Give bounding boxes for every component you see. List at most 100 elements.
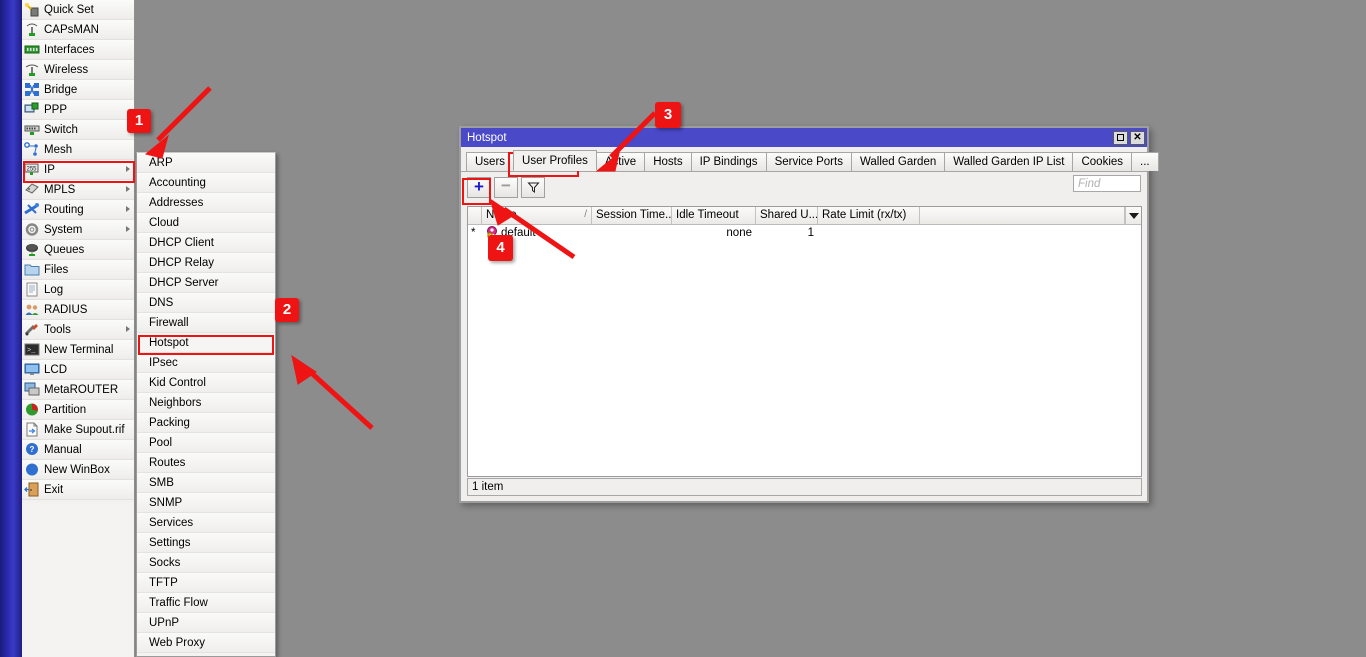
ip-submenu-item-pool[interactable]: Pool xyxy=(137,433,275,453)
chevron-down-icon xyxy=(1128,212,1139,219)
sidebar-item-lcd[interactable]: LCD xyxy=(22,360,134,380)
ip-submenu-item-accounting[interactable]: Accounting xyxy=(137,173,275,193)
sidebar-item-label: MetaROUTER xyxy=(44,383,119,396)
ip-submenu-item-smb[interactable]: SMB xyxy=(137,473,275,493)
ip-submenu-item-dns[interactable]: DNS xyxy=(137,293,275,313)
sidebar-item-exit[interactable]: Exit xyxy=(22,480,134,500)
sidebar-item-mpls[interactable]: MPLS xyxy=(22,180,134,200)
sidebar-item-partition[interactable]: Partition xyxy=(22,400,134,420)
sidebar-item-label: Wireless xyxy=(44,63,89,76)
column-chooser-button[interactable] xyxy=(1125,207,1141,224)
ip-submenu-item-settings[interactable]: Settings xyxy=(137,533,275,553)
sidebar-item-routing[interactable]: Routing xyxy=(22,200,134,220)
queues-icon xyxy=(24,242,41,258)
tab-cookies[interactable]: Cookies xyxy=(1072,152,1133,171)
ip-submenu-item-dhcp-server[interactable]: DHCP Server xyxy=(137,273,275,293)
table-header-rate-limit-rx-tx[interactable]: Rate Limit (rx/tx) xyxy=(818,207,920,224)
ip-submenu-item-dhcp-relay[interactable]: DHCP Relay xyxy=(137,253,275,273)
maximize-icon[interactable] xyxy=(1113,130,1128,145)
sidebar-item-files[interactable]: Files xyxy=(22,260,134,280)
close-icon[interactable]: ✕ xyxy=(1130,130,1145,145)
sidebar-item-manual[interactable]: ? Manual xyxy=(22,440,134,460)
row-flag: * xyxy=(471,227,476,239)
partition-pie-icon xyxy=(24,402,41,418)
sidebar-item-label: Partition xyxy=(44,403,87,416)
row-cell-rate-limit xyxy=(818,225,920,241)
sidebar-item-metarouter[interactable]: MetaROUTER xyxy=(22,380,134,400)
sidebar-item-quick-set[interactable]: Quick Set xyxy=(22,0,134,20)
tab-service-ports[interactable]: Service Ports xyxy=(765,152,852,171)
routing-icon xyxy=(24,202,41,218)
ip-submenu-item-socks[interactable]: Socks xyxy=(137,553,275,573)
ip-submenu-item-traffic-flow[interactable]: Traffic Flow xyxy=(137,593,275,613)
sidebar-item-system[interactable]: System xyxy=(22,220,134,240)
chevron-right-icon xyxy=(126,206,130,212)
sidebar-item-radius[interactable]: RADIUS xyxy=(22,300,134,320)
sidebar-item-capsman[interactable]: CAPsMAN xyxy=(22,20,134,40)
annotation-arrow-3 xyxy=(595,111,657,172)
winbox-left-strip: RouterOS WinBox xyxy=(0,0,22,657)
sidebar-item-label: Log xyxy=(44,283,64,296)
ip-submenu-item-snmp[interactable]: SNMP xyxy=(137,493,275,513)
chevron-right-icon xyxy=(126,226,130,232)
sidebar-item-mesh[interactable]: Mesh xyxy=(22,140,134,160)
sidebar-item-log[interactable]: Log xyxy=(22,280,134,300)
sidebar-item-new-terminal[interactable]: >_ New Terminal xyxy=(22,340,134,360)
sidebar-item-switch[interactable]: Switch xyxy=(22,120,134,140)
sidebar-item-label: Routing xyxy=(44,203,84,216)
annotation-arrow-2 xyxy=(291,354,374,430)
ip-submenu-item-cloud[interactable]: Cloud xyxy=(137,213,275,233)
sidebar-item-queues[interactable]: Queues xyxy=(22,240,134,260)
sidebar-item-new-winbox[interactable]: New WinBox xyxy=(22,460,134,480)
exit-door-icon xyxy=(24,482,41,498)
table-header-shared-u[interactable]: Shared U... xyxy=(756,207,818,224)
sidebar-item-label: MPLS xyxy=(44,183,76,196)
find-input[interactable]: Find xyxy=(1073,175,1141,192)
manual-help-icon: ? xyxy=(24,442,41,458)
ip-submenu-item-kid-control[interactable]: Kid Control xyxy=(137,373,275,393)
hotspot-titlebar[interactable]: Hotspot ✕ xyxy=(461,128,1147,147)
lcd-monitor-icon xyxy=(24,362,41,378)
quick-set-icon xyxy=(24,2,41,18)
table-header-idle-timeout[interactable]: Idle Timeout xyxy=(672,207,756,224)
ip-submenu-item-dhcp-client[interactable]: DHCP Client xyxy=(137,233,275,253)
tab-walled-garden[interactable]: Walled Garden xyxy=(850,152,946,171)
ip-submenu-item-web-proxy[interactable]: Web Proxy xyxy=(137,633,275,653)
ip-submenu-item-tftp[interactable]: TFTP xyxy=(137,573,275,593)
sidebar-item-interfaces[interactable]: Interfaces xyxy=(22,40,134,60)
table-header-label: Rate Limit (rx/tx) xyxy=(822,209,907,221)
row-cell-idle-timeout: none xyxy=(726,227,752,239)
table-header-blank[interactable] xyxy=(920,207,1125,224)
ip-submenu-item-packing[interactable]: Packing xyxy=(137,413,275,433)
new-winbox-icon xyxy=(24,462,41,478)
sidebar-item-tools[interactable]: Tools xyxy=(22,320,134,340)
table-header-session-time[interactable]: Session Time... xyxy=(592,207,672,224)
ip-submenu-item-ipsec[interactable]: IPsec xyxy=(137,353,275,373)
status-bar: 1 item xyxy=(467,478,1142,496)
ip-submenu-item-routes[interactable]: Routes xyxy=(137,453,275,473)
sidebar-item-wireless[interactable]: Wireless xyxy=(22,60,134,80)
tab-walled-garden-ip-list[interactable]: Walled Garden IP List xyxy=(944,152,1074,171)
ip-submenu-item-addresses[interactable]: Addresses xyxy=(137,193,275,213)
row-cell-blank xyxy=(920,225,1141,241)
sidebar-item-bridge[interactable]: Bridge xyxy=(22,80,134,100)
sidebar-item-label: Files xyxy=(44,263,69,276)
sidebar-item-label: CAPsMAN xyxy=(44,23,99,36)
ip-submenu-panel: ARP Accounting Addresses Cloud DHCP Client DH… xyxy=(136,152,276,657)
tab-[interactable]: ... xyxy=(1131,152,1159,171)
tab-users[interactable]: Users xyxy=(466,152,515,171)
ip-submenu-item-services[interactable]: Services xyxy=(137,513,275,533)
ip-submenu-item-upnp[interactable]: UPnP xyxy=(137,613,275,633)
metarouter-icon xyxy=(24,382,41,398)
sidebar-item-make-supout-rif[interactable]: Make Supout.rif xyxy=(22,420,134,440)
annotation-badge-2: 2 xyxy=(275,298,299,322)
ip-submenu-item-neighbors[interactable]: Neighbors xyxy=(137,393,275,413)
annotation-arrow-1 xyxy=(144,86,212,159)
tab-ip-bindings[interactable]: IP Bindings xyxy=(690,152,767,171)
sidebar-item-label: Interfaces xyxy=(44,43,95,56)
sidebar-item-label: Manual xyxy=(44,443,82,456)
highlight-box-hotspot-item xyxy=(138,335,274,355)
sidebar-item-ppp[interactable]: PPP xyxy=(22,100,134,120)
tab-user-profiles[interactable]: User Profiles xyxy=(513,150,597,171)
ip-submenu-item-firewall[interactable]: Firewall xyxy=(137,313,275,333)
